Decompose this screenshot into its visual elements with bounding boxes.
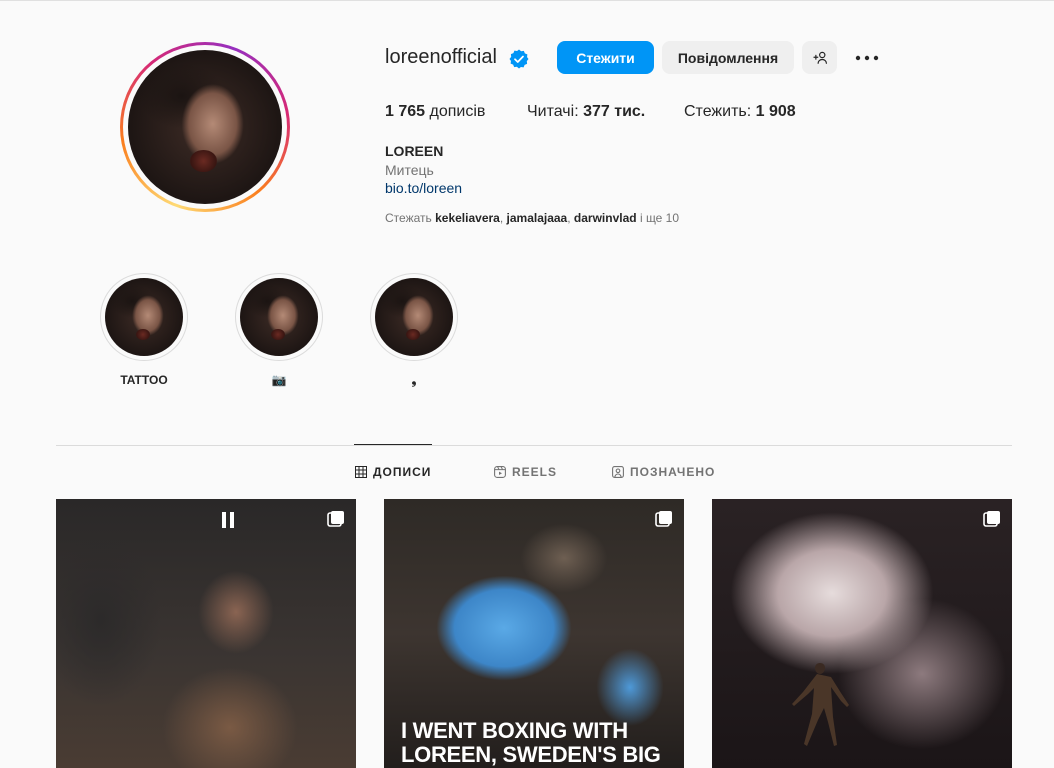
followed-by-prefix: Стежать (385, 211, 432, 225)
username: loreenofficial (385, 46, 497, 68)
tab-posts-label: ДОПИСИ (373, 465, 432, 479)
story-highlight[interactable]: TATTOO (100, 273, 188, 387)
tab-posts[interactable]: ДОПИСИ (355, 465, 431, 479)
follower-name: jamalajaaa (506, 211, 568, 225)
post-thumbnail[interactable] (712, 499, 1012, 768)
follower-name: kekeliavera (435, 211, 500, 225)
suggested-accounts-button[interactable] (802, 41, 837, 74)
carousel-icon (655, 511, 672, 527)
add-user-icon (812, 51, 827, 64)
followers-label: Читачі: (527, 103, 579, 120)
post-thumbnail[interactable]: I WENT BOXING WITH LOREEN, SWEDEN'S BIG (384, 499, 684, 768)
posts-count-value: 1 765 (385, 103, 426, 120)
reels-icon (494, 466, 506, 478)
highlight-label: ❟ (411, 373, 417, 387)
highlight-cover (100, 273, 188, 361)
following-label: Стежить: (684, 103, 752, 120)
verified-badge-icon (509, 49, 529, 69)
more-dots-icon (855, 55, 879, 60)
highlight-cover (235, 273, 323, 361)
highlight-image (375, 278, 453, 356)
tab-tagged-label: ПОЗНАЧЕНО (630, 465, 716, 479)
following-link[interactable]: Стежить: 1 908 (684, 103, 796, 121)
carousel-icon (983, 511, 1000, 527)
story-highlight[interactable]: ❟ (370, 273, 458, 387)
highlight-image (105, 278, 183, 356)
follower-name: darwinvlad (573, 211, 637, 225)
carousel-icon (327, 511, 344, 527)
posts-count: 1 765 дописів (385, 103, 485, 121)
tab-tagged[interactable]: ПОЗНАЧЕНО (612, 465, 715, 479)
followers-link[interactable]: Читачі: 377 тис. (527, 103, 645, 121)
avatar (128, 50, 282, 204)
highlight-label: TATTOO (120, 373, 168, 387)
followed-by-text[interactable]: Стежать kekeliavera, jamalajaaa, darwinv… (385, 211, 679, 225)
profile-page: loreenofficial Стежити Повідомлення 1 76… (0, 0, 1054, 768)
top-divider (0, 0, 1054, 1)
active-tab-indicator (354, 444, 432, 445)
highlight-image (240, 278, 318, 356)
full-name: LOREEN (385, 143, 444, 159)
profile-avatar-story-ring[interactable] (120, 42, 290, 212)
tab-reels-label: REELS (512, 465, 558, 479)
follow-button[interactable]: Стежити (557, 41, 654, 74)
tagged-icon (612, 466, 624, 478)
highlight-cover (370, 273, 458, 361)
followers-count: 377 тис. (583, 103, 646, 120)
tab-reels[interactable]: REELS (494, 465, 557, 479)
bio-link[interactable]: bio.to/loreen (385, 180, 462, 196)
performer-silhouette (792, 663, 849, 746)
followed-by-suffix: і ще 10 (639, 211, 680, 225)
posts-count-label: дописів (429, 103, 486, 120)
profile-category: Митець (385, 162, 434, 178)
post-caption-overlay: I WENT BOXING WITH LOREEN, SWEDEN'S BIG (401, 718, 661, 767)
message-button[interactable]: Повідомлення (662, 41, 794, 74)
post-thumbnail[interactable] (56, 499, 356, 768)
avatar-gap (123, 45, 287, 209)
tabs-divider (56, 445, 1012, 446)
grid-icon (355, 466, 367, 478)
reel-play-icon (222, 512, 234, 528)
following-count: 1 908 (755, 103, 796, 120)
story-highlight[interactable]: 📷 (235, 273, 323, 387)
highlight-label: 📷 (271, 373, 287, 387)
more-options-button[interactable] (848, 41, 886, 74)
